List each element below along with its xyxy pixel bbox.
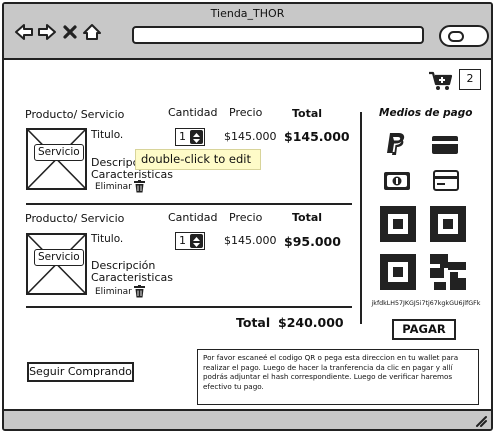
shopping-cart-icon[interactable] — [428, 70, 454, 92]
title-bar: Tienda_THOR — [4, 4, 491, 60]
paypal-icon[interactable] — [384, 131, 408, 157]
item-divider — [26, 306, 352, 308]
header-product: Producto/ Servicio — [25, 212, 125, 225]
header-quantity: Cantidad — [168, 106, 218, 119]
continue-shopping-button[interactable]: Seguir Comprando — [27, 362, 134, 382]
payment-title: Medios de pago — [379, 107, 473, 119]
column-divider — [360, 112, 362, 324]
grand-total-value: $240.000 — [278, 315, 344, 330]
item-title: Titulo. — [91, 129, 124, 141]
product-image-placeholder: Servicio — [26, 233, 87, 295]
item-total: $95.000 — [284, 234, 341, 249]
status-bar — [4, 409, 491, 429]
service-button[interactable]: Servicio — [34, 249, 84, 266]
service-button[interactable]: Servicio — [34, 144, 84, 161]
search-button[interactable] — [439, 25, 489, 47]
debit-card-icon[interactable] — [433, 170, 459, 191]
back-arrow-icon[interactable] — [14, 22, 34, 42]
cart-count-badge: 2 — [459, 69, 481, 90]
trash-icon[interactable] — [134, 180, 145, 193]
credit-card-icon[interactable] — [432, 136, 458, 154]
home-icon[interactable] — [82, 22, 102, 42]
search-icon — [448, 31, 464, 42]
item-total: $145.000 — [284, 129, 350, 144]
header-price: Precio — [229, 106, 263, 119]
item-divider — [26, 203, 352, 205]
resize-grip-icon[interactable] — [473, 413, 487, 427]
item-price: $145.000 — [224, 130, 277, 143]
remove-link[interactable]: Eliminar — [95, 287, 132, 297]
header-quantity: Cantidad — [168, 211, 218, 224]
quantity-value: 1 — [179, 234, 186, 247]
grand-total-label: Total — [236, 315, 271, 330]
forward-arrow-icon[interactable] — [37, 22, 57, 42]
stop-x-icon[interactable] — [60, 22, 80, 42]
quantity-value: 1 — [179, 130, 186, 143]
remove-link[interactable]: Eliminar — [95, 182, 132, 192]
address-bar[interactable] — [132, 26, 424, 44]
header-total: Total — [292, 107, 323, 120]
wallet-address-text: jkfdkLH57JKGJ5i7tj67kgkGU6jlfGFk — [371, 300, 481, 307]
cash-icon[interactable] — [384, 172, 410, 190]
stepper-arrows-icon[interactable] — [190, 234, 203, 248]
edit-tooltip: double-click to edit — [135, 149, 261, 170]
product-image-placeholder: Servicio — [26, 128, 87, 190]
header-total: Total — [292, 211, 323, 224]
header-product: Producto/ Servicio — [25, 108, 125, 121]
item-features: Caracteristicas — [91, 271, 174, 284]
browser-window: Tienda_THOR 2 Producto/ Servicio Cantida… — [2, 2, 493, 431]
payment-instructions: Por favor escaneé el codigo QR o pega es… — [197, 349, 479, 405]
trash-icon[interactable] — [134, 285, 145, 298]
item-title: Titulo. — [91, 233, 124, 245]
window-title: Tienda_THOR — [210, 7, 285, 20]
stepper-arrows-icon[interactable] — [190, 130, 203, 144]
pay-button[interactable]: PAGAR — [392, 319, 456, 340]
quantity-stepper[interactable]: 1 — [175, 232, 205, 250]
item-price: $145.000 — [224, 234, 277, 247]
quantity-stepper[interactable]: 1 — [175, 128, 205, 146]
header-price: Precio — [229, 211, 263, 224]
qr-code-image — [380, 206, 466, 290]
